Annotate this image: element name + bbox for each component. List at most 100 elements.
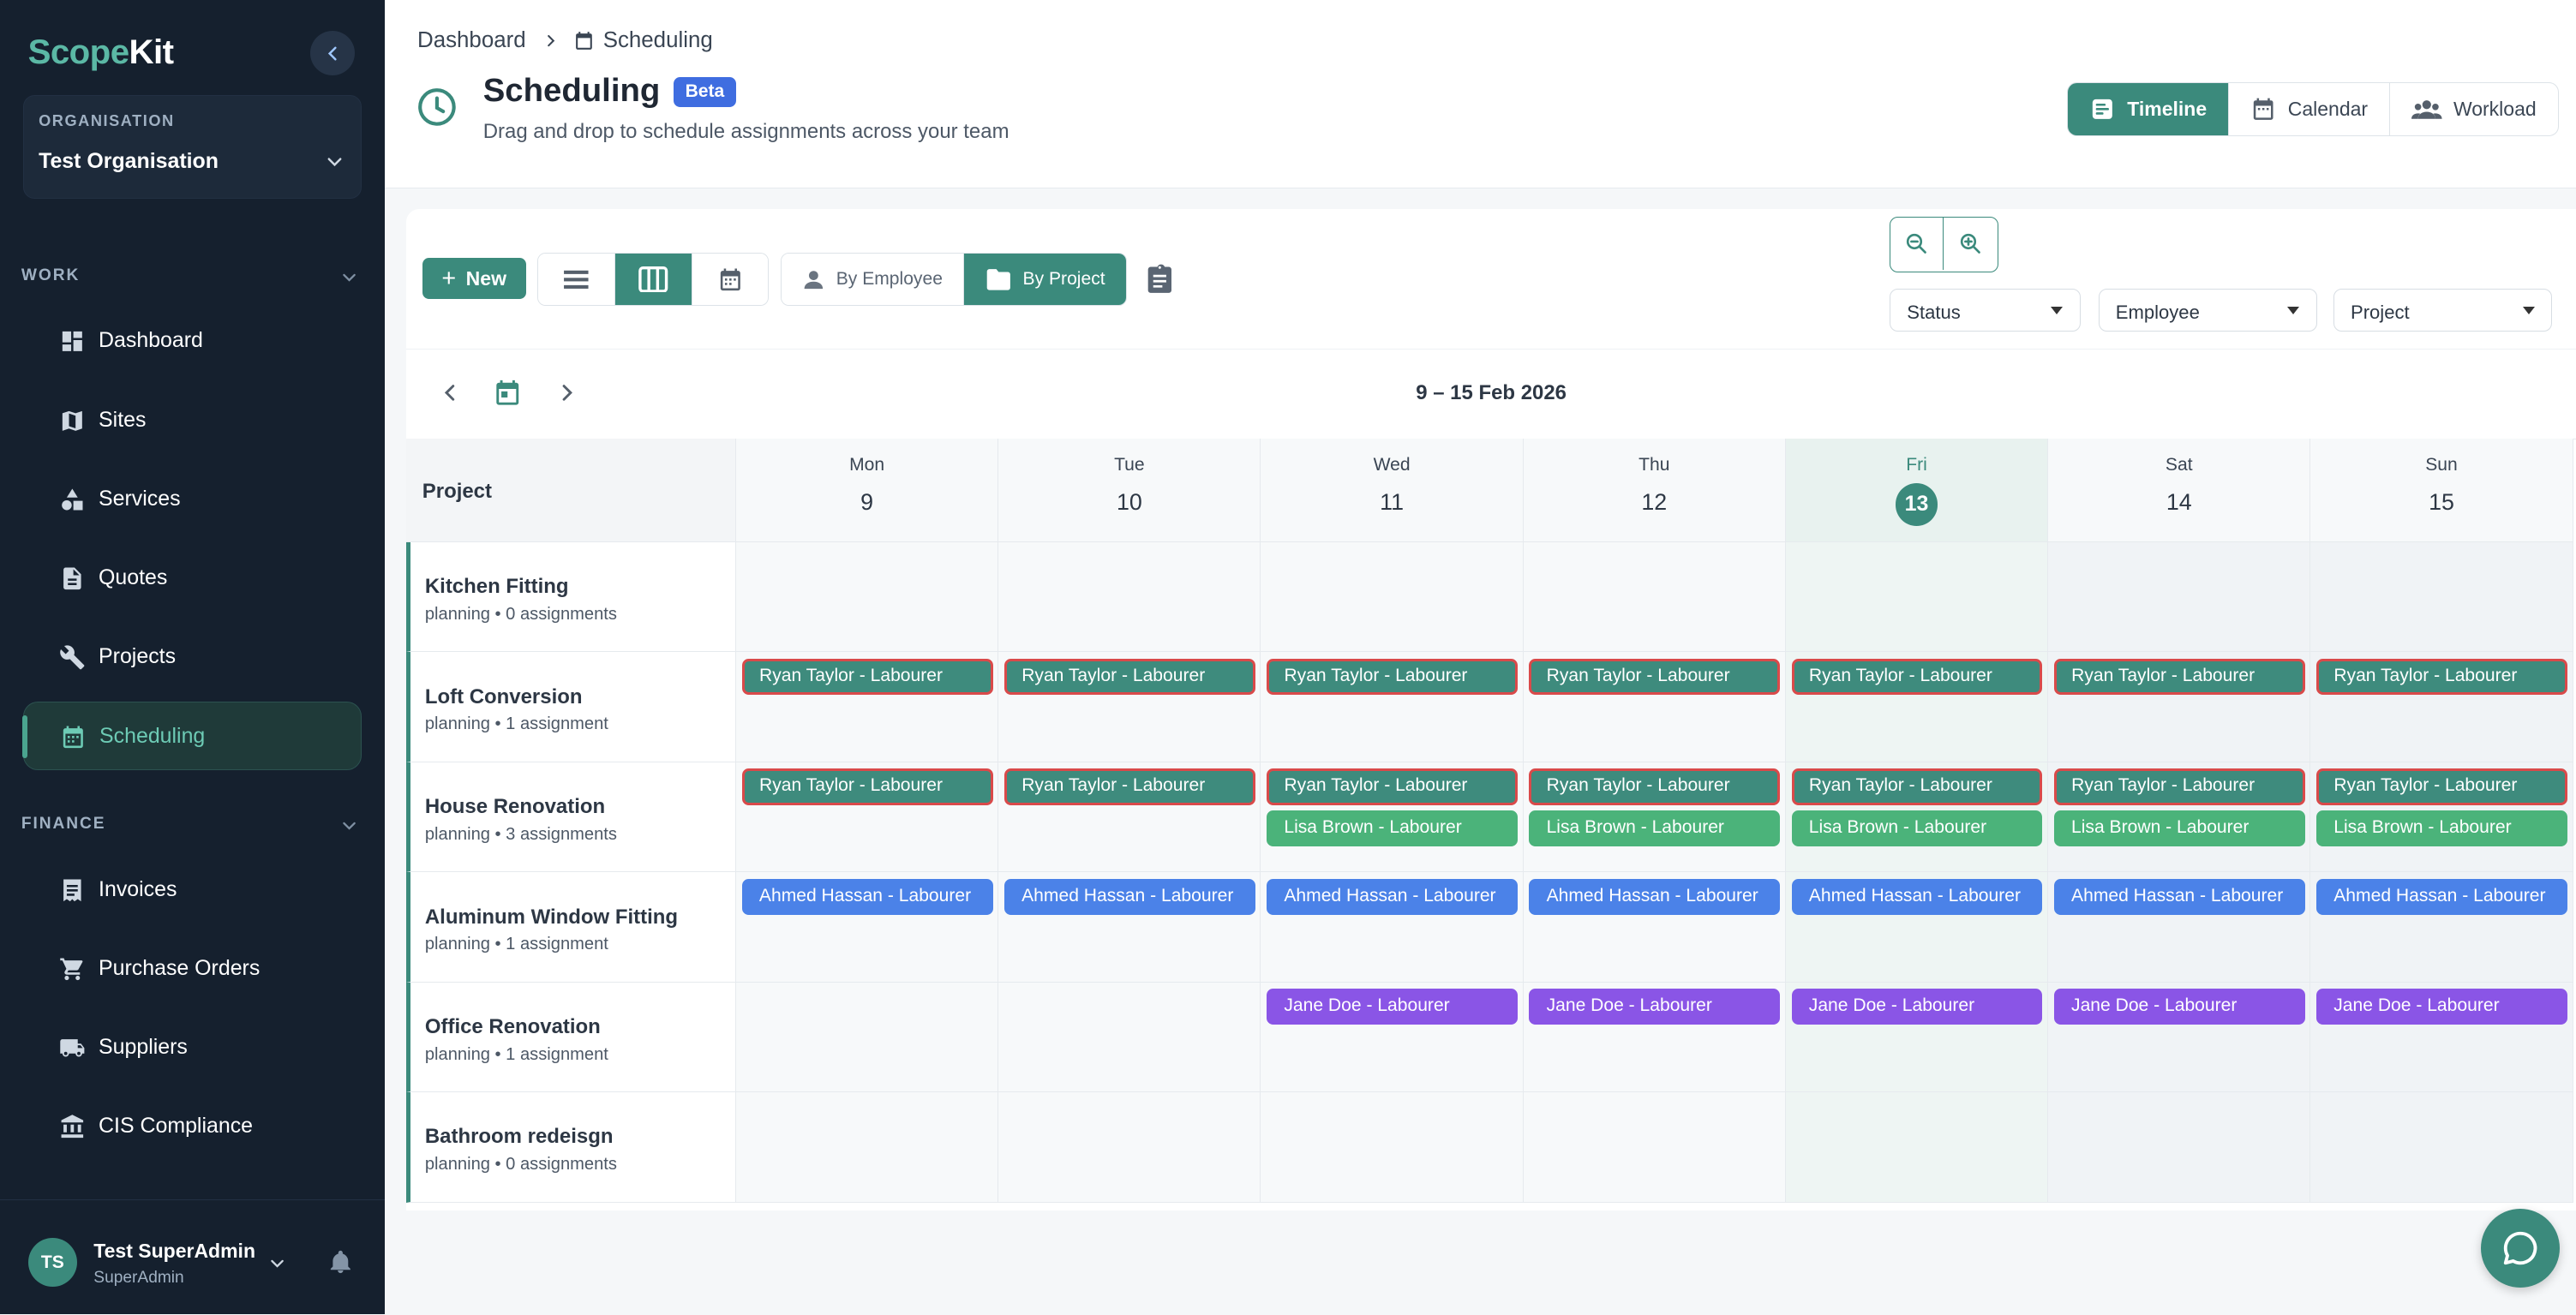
schedule-cell[interactable]	[2310, 541, 2573, 653]
view-calendar-button[interactable]: Calendar	[2229, 82, 2391, 136]
assignment-bar[interactable]: Ryan Taylor - Labourer	[2316, 768, 2567, 805]
clipboard-icon[interactable]	[1147, 263, 1173, 294]
sidebar-item-projects[interactable]: Projects	[23, 623, 362, 692]
timeline-mode-button[interactable]	[615, 254, 693, 305]
assignment-bar[interactable]: Ryan Taylor - Labourer	[1791, 658, 2043, 696]
sidebar-item-scheduling[interactable]: Scheduling	[21, 701, 362, 771]
assignment-bar[interactable]: Ryan Taylor - Labourer	[2053, 768, 2305, 805]
project-name: Aluminum Window Fitting	[424, 905, 679, 929]
day-number: 13	[1895, 482, 1938, 526]
assignment-bar[interactable]: Ahmed Hassan - Labourer	[1267, 878, 1518, 915]
schedule-cell[interactable]	[736, 1092, 999, 1203]
sidebar-item-services[interactable]: Services	[23, 465, 362, 535]
user-menu[interactable]: TS Test SuperAdmin SuperAdmin	[0, 1198, 385, 1315]
assignment-bar[interactable]: Lisa Brown - Labourer	[2316, 810, 2567, 847]
project-row-label[interactable]: Bathroom redeisgn planning • 0 assignment…	[405, 1092, 737, 1203]
page-title: Scheduling	[482, 72, 661, 110]
chat-button[interactable]	[2481, 1209, 2561, 1288]
collapse-sidebar-button[interactable]	[310, 31, 356, 76]
status-filter[interactable]: Status	[1890, 289, 2081, 332]
project-row-label[interactable]: Office Renovation planning • 1 assignment	[405, 982, 737, 1093]
assignment-bar[interactable]: Ryan Taylor - Labourer	[1267, 768, 1518, 805]
logo: ScopeKit	[27, 33, 174, 72]
schedule-cell[interactable]	[1261, 541, 1524, 653]
assignment-bar[interactable]: Ryan Taylor - Labourer	[2053, 658, 2305, 696]
assignment-bar[interactable]: Jane Doe - Labourer	[2053, 989, 2305, 1025]
month-mode-button[interactable]	[692, 254, 769, 305]
day-number: 10	[1116, 489, 1142, 516]
assignment-bar[interactable]: Jane Doe - Labourer	[1529, 989, 1781, 1025]
calendar-icon	[720, 268, 740, 290]
user-role: SuperAdmin	[93, 1269, 184, 1288]
assignment-bar[interactable]: Lisa Brown - Labourer	[2053, 810, 2305, 847]
assignment-bar[interactable]: Jane Doe - Labourer	[2316, 989, 2567, 1025]
view-workload-button[interactable]: Workload	[2390, 83, 2558, 135]
sidebar-item-invoices[interactable]: Invoices	[23, 856, 362, 925]
group-by-employee-button[interactable]: By Employee	[781, 254, 964, 305]
schedule-cell[interactable]	[1261, 1092, 1524, 1203]
assignment-bar[interactable]: Lisa Brown - Labourer	[1267, 810, 1518, 847]
assignment-bar[interactable]: Jane Doe - Labourer	[1791, 989, 2043, 1025]
assignment-bar[interactable]: Ryan Taylor - Labourer	[741, 768, 993, 805]
sidebar-item-cis-compliance[interactable]: CIS Compliance	[23, 1092, 362, 1162]
app-root: ScopeKit ORGANISATION Test Organisation …	[0, 0, 2576, 1314]
schedule-cell[interactable]	[1523, 541, 1786, 653]
view-timeline-button[interactable]: Timeline	[2068, 82, 2230, 136]
employee-filter[interactable]: Employee	[2098, 289, 2317, 332]
assignment-bar[interactable]: Ryan Taylor - Labourer	[1529, 658, 1781, 696]
new-assignment-button[interactable]: + New	[422, 258, 526, 299]
bell-icon[interactable]	[327, 1249, 354, 1276]
day-name: Fri	[1906, 455, 1927, 475]
schedule-cell[interactable]	[1785, 1092, 2049, 1203]
breadcrumb-dashboard[interactable]: Dashboard	[417, 28, 526, 53]
sidebar-item-sites[interactable]: Sites	[23, 386, 362, 456]
chevron-down-icon[interactable]	[268, 1254, 286, 1272]
schedule-cell[interactable]	[1785, 541, 2049, 653]
project-name: Office Renovation	[424, 1014, 601, 1038]
sidebar-item-quotes[interactable]: Quotes	[23, 544, 362, 613]
assignment-bar[interactable]: Ahmed Hassan - Labourer	[2053, 878, 2305, 915]
assignment-bar[interactable]: Ryan Taylor - Labourer	[1003, 658, 1255, 696]
project-row-label[interactable]: Loft Conversion planning • 1 assignment	[405, 652, 737, 762]
chevron-down-icon[interactable]	[340, 816, 358, 834]
plus-icon: +	[441, 264, 457, 292]
schedule-cell[interactable]	[736, 541, 999, 653]
assignment-bar[interactable]: Jane Doe - Labourer	[1267, 989, 1518, 1025]
schedule-cell[interactable]	[998, 541, 1261, 653]
project-row-label[interactable]: House Renovation planning • 3 assignments	[405, 762, 737, 873]
assignment-bar[interactable]: Ryan Taylor - Labourer	[1003, 768, 1255, 805]
assignment-bar[interactable]: Ryan Taylor - Labourer	[741, 658, 993, 696]
list-mode-button[interactable]	[538, 254, 616, 305]
assignment-bar[interactable]: Ahmed Hassan - Labourer	[1003, 878, 1255, 915]
assignment-bar[interactable]: Ryan Taylor - Labourer	[1529, 768, 1781, 805]
project-row-label[interactable]: Kitchen Fitting planning • 0 assignments	[405, 541, 737, 653]
schedule-cell[interactable]	[2310, 1092, 2573, 1203]
schedule-cell[interactable]	[2048, 1092, 2311, 1203]
schedule-cell[interactable]	[998, 982, 1261, 1093]
organisation-selector[interactable]: ORGANISATION Test Organisation	[22, 95, 362, 199]
assignment-bar[interactable]: Ahmed Hassan - Labourer	[2316, 878, 2567, 915]
caret-down-icon	[2522, 306, 2535, 314]
project-filter[interactable]: Project	[2333, 289, 2552, 332]
assignment-bar[interactable]: Ahmed Hassan - Labourer	[1791, 878, 2043, 915]
schedule-cell[interactable]	[998, 1092, 1261, 1203]
sidebar-item-dashboard[interactable]: Dashboard	[23, 308, 362, 377]
assignment-bar[interactable]: Ahmed Hassan - Labourer	[741, 878, 993, 915]
zoom-out-button[interactable]	[1890, 218, 1944, 271]
group-by-project-button[interactable]: By Project	[963, 254, 1127, 305]
assignment-bar[interactable]: Lisa Brown - Labourer	[1791, 810, 2043, 847]
zoom-in-button[interactable]	[1944, 218, 1996, 270]
assignment-bar[interactable]: Lisa Brown - Labourer	[1529, 810, 1781, 847]
sidebar-item-purchase-orders[interactable]: Purchase Orders	[23, 935, 362, 1004]
schedule-cell[interactable]	[2048, 541, 2311, 653]
schedule-cell[interactable]	[736, 982, 999, 1093]
project-row-label[interactable]: Aluminum Window Fitting planning • 1 assi…	[405, 872, 737, 983]
assignment-bar[interactable]: Ahmed Hassan - Labourer	[1529, 878, 1781, 915]
map-icon	[62, 410, 82, 431]
assignment-bar[interactable]: Ryan Taylor - Labourer	[2316, 658, 2567, 696]
schedule-cell[interactable]	[1523, 1092, 1786, 1203]
assignment-bar[interactable]: Ryan Taylor - Labourer	[1791, 768, 2043, 805]
assignment-bar[interactable]: Ryan Taylor - Labourer	[1267, 658, 1518, 696]
chevron-down-icon[interactable]	[340, 268, 358, 286]
sidebar-item-suppliers[interactable]: Suppliers	[23, 1013, 362, 1083]
